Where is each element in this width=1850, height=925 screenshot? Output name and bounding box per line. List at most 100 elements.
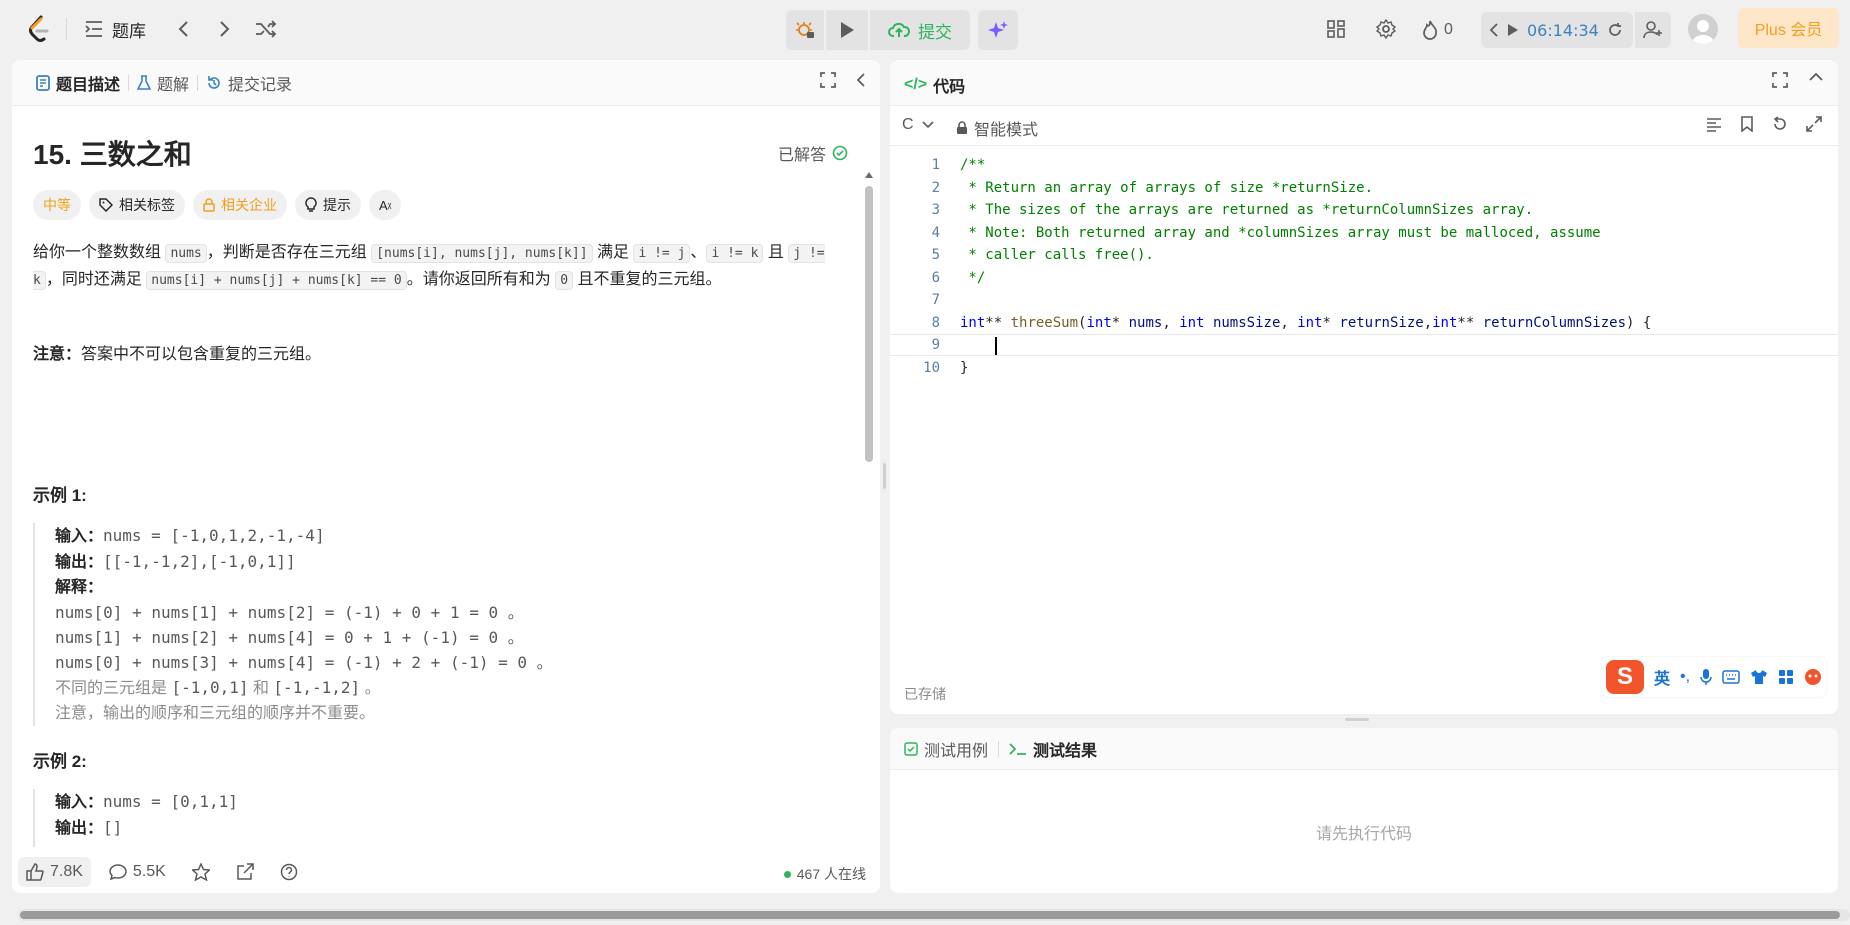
run-submit-group: 提交 (786, 10, 1018, 390)
results-tabbar: 测试用例 测试结果 (890, 728, 1838, 770)
description-footer: 7.8K 5.5K 467 人在线 (12, 851, 880, 893)
translate-icon: Aᵡ (379, 197, 392, 213)
translate-button[interactable]: Aᵡ (369, 190, 402, 220)
reset-code-icon[interactable] (1772, 116, 1788, 132)
punctuation-icon[interactable]: •, (1680, 668, 1690, 686)
run-button[interactable] (826, 10, 868, 50)
code-text: int** threeSum(int* nums, int numsSize, … (960, 315, 1652, 331)
leetcode-logo-icon[interactable] (26, 14, 52, 44)
example-1-title: 示例 1: (33, 486, 87, 505)
line-number: 6 (931, 270, 940, 286)
submit-button[interactable]: 提交 (870, 10, 970, 50)
favorite-button[interactable] (184, 857, 218, 887)
lock-icon (203, 198, 215, 212)
example-input: nums = [-1,0,1,2,-1,-4] (103, 526, 325, 545)
hint-button[interactable]: 提示 (295, 190, 361, 220)
related-companies-button[interactable]: 相关企业 (193, 190, 287, 220)
ime-toolbar[interactable]: S 英 •, (1602, 657, 1827, 697)
scroll-up-arrow[interactable] (865, 172, 873, 178)
comment-icon (109, 864, 127, 881)
code-line: 1 /** (890, 154, 1838, 176)
example-1-block: 输入：nums = [-1,0,1,2,-1,-4] 输出：[[-1,-1,2]… (33, 523, 553, 726)
share-button[interactable] (228, 857, 262, 887)
help-icon (280, 863, 298, 881)
description-content: 15. 三数之和 已解答 中等 相关标签 相关企业 提示 Aᵡ 给你一个整数数组… (12, 60, 880, 893)
timer[interactable]: 06:14:34 (1481, 12, 1633, 48)
chevron-up-icon[interactable] (1808, 72, 1824, 82)
note-label: 注意： (33, 346, 82, 363)
like-button[interactable]: 7.8K (18, 857, 91, 887)
text: 不同的三元组是 (55, 680, 172, 697)
note: 注意：答案中不可以包含重复的三元组。 (33, 340, 321, 364)
debug-button[interactable] (786, 10, 824, 50)
tab-testcases[interactable]: 测试用例 (904, 737, 988, 761)
fullscreen-icon[interactable] (1772, 72, 1788, 88)
output-label: 输出： (55, 554, 104, 571)
example-output: [[-1,-1,2],[-1,0,1]] (103, 552, 296, 571)
prev-problem-icon[interactable] (168, 14, 198, 44)
example-input: nums = [0,1,1] (103, 792, 238, 811)
ime-language[interactable]: 英 (1654, 665, 1670, 689)
code-editor[interactable]: 1 /** 2 * Return an array of arrays of si… (890, 150, 1838, 650)
grid-apps-icon[interactable] (1778, 669, 1794, 685)
like-count: 7.8K (50, 863, 83, 880)
inline-code: [nums[i], nums[j], nums[k]] (371, 244, 593, 263)
related-tags-label: 相关标签 (119, 197, 175, 213)
chevron-left-icon[interactable] (1489, 23, 1499, 37)
example-2-block: 输入：nums = [0,1,1] 输出：[] (33, 789, 238, 847)
invite-user-button[interactable] (1635, 12, 1671, 48)
explain-line: nums[1] + nums[2] + nums[4] = 0 + 1 + (-… (55, 628, 524, 647)
code-line-current: 9 (890, 334, 1838, 356)
sogou-logo-icon[interactable]: S (1606, 660, 1644, 694)
keyboard-icon[interactable] (1722, 670, 1740, 684)
help-button[interactable] (272, 857, 306, 887)
code-text: /** (960, 157, 986, 173)
inline-code: nums[i] + nums[j] + nums[k] == 0 (146, 271, 407, 290)
code-text: */ (960, 270, 986, 286)
vertical-splitter[interactable] (883, 463, 886, 489)
plus-member-button[interactable]: Plus 会员 (1738, 8, 1839, 48)
smart-mode-toggle[interactable]: 智能模式 (956, 116, 1038, 140)
bug-lock-icon (796, 22, 814, 38)
difficulty-badge[interactable]: 中等 (33, 190, 81, 220)
line-number: 7 (931, 292, 940, 308)
comments-button[interactable]: 5.5K (101, 857, 174, 887)
problem-list-button[interactable]: 题库 (84, 18, 146, 41)
line-number: 1 (931, 157, 940, 173)
skin-shirt-icon[interactable] (1750, 669, 1768, 685)
streak-counter[interactable]: 0 (1422, 18, 1453, 42)
code-text: * Return an array of arrays of size *ret… (960, 180, 1374, 196)
settings-gear-icon[interactable] (1371, 14, 1401, 44)
output-label: 输出： (55, 820, 104, 837)
line-number: 9 (931, 337, 940, 353)
play-icon[interactable] (1507, 23, 1519, 37)
code-line: 3 * The sizes of the arrays are returned… (890, 199, 1838, 221)
code-panel-controls (1772, 72, 1824, 88)
tab-testcases-label: 测试用例 (924, 742, 989, 760)
explain-label: 解释： (55, 579, 104, 596)
description-scrollbar[interactable] (864, 172, 874, 893)
scrollbar-thumb[interactable] (20, 911, 1840, 919)
shuffle-icon[interactable] (251, 14, 281, 44)
page-horizontal-scrollbar[interactable] (18, 909, 1850, 921)
input-label: 输入： (55, 528, 104, 545)
scrollbar-thumb[interactable] (865, 186, 873, 462)
related-tags-button[interactable]: 相关标签 (89, 190, 185, 220)
horizontal-splitter[interactable] (1345, 718, 1369, 721)
avatar[interactable] (1688, 14, 1718, 44)
line-number: 2 (931, 180, 940, 196)
mascot-icon[interactable] (1804, 668, 1822, 686)
expand-icon[interactable] (1806, 116, 1822, 132)
bookmark-icon[interactable] (1740, 116, 1754, 132)
list-icon (85, 21, 102, 37)
format-icon[interactable] (1706, 116, 1722, 132)
next-problem-icon[interactable] (210, 14, 240, 44)
ai-assist-button[interactable] (978, 10, 1018, 50)
language-select[interactable]: C (902, 116, 934, 134)
desc-text: ，判断是否存在三元组 (206, 244, 372, 261)
microphone-icon[interactable] (1700, 668, 1712, 686)
tab-test-results[interactable]: 测试结果 (1009, 737, 1097, 761)
code-line: 2 * Return an array of arrays of size *r… (890, 177, 1838, 199)
layout-icon[interactable] (1321, 14, 1351, 44)
reset-icon[interactable] (1607, 22, 1623, 38)
